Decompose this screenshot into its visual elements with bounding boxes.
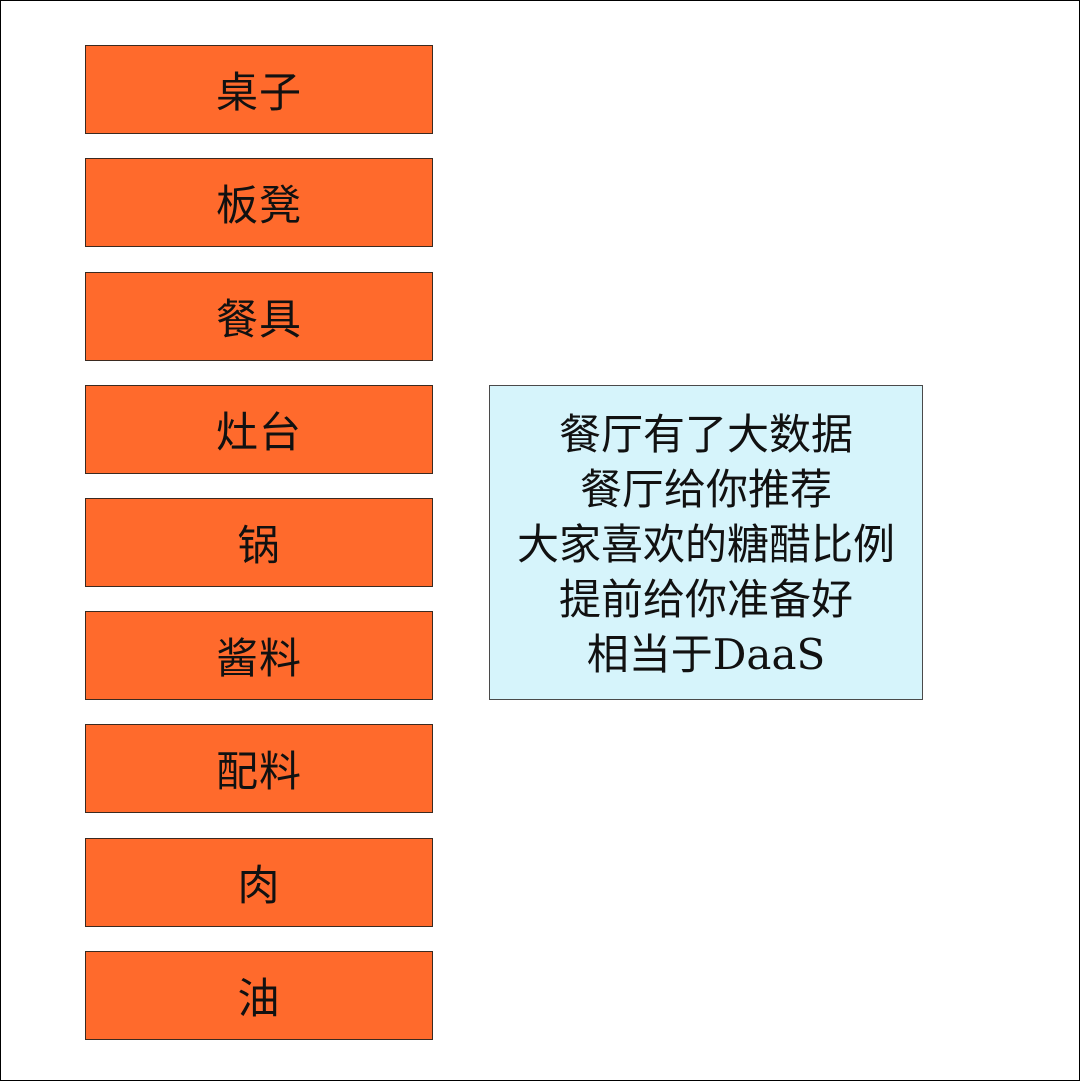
- stack-item-stove: 灶台: [85, 385, 433, 474]
- stack-item-oil: 油: [85, 951, 433, 1040]
- info-line: 提前给你准备好: [558, 575, 853, 624]
- stack-item-sauce: 酱料: [85, 611, 433, 700]
- stack-item-tableware: 餐具: [85, 272, 433, 361]
- info-line: 餐厅给你推荐: [579, 465, 832, 514]
- info-line: 大家喜欢的糖醋比例: [516, 520, 895, 569]
- info-line: 餐厅有了大数据: [558, 410, 853, 459]
- info-line: 相当于DaaS: [586, 630, 826, 679]
- stack-item-pot: 锅: [85, 498, 433, 587]
- stack-item-meat: 肉: [85, 838, 433, 927]
- stack-item-table: 桌子: [85, 45, 433, 134]
- stack-item-bench: 板凳: [85, 158, 433, 247]
- stack-item-seasoning: 配料: [85, 724, 433, 813]
- diagram-frame: 桌子 板凳 餐具 灶台 锅 酱料 配料 肉 油 餐厅有了大数据 餐厅给你推荐 大…: [0, 0, 1080, 1081]
- daas-info-box: 餐厅有了大数据 餐厅给你推荐 大家喜欢的糖醋比例 提前给你准备好 相当于DaaS: [489, 385, 923, 700]
